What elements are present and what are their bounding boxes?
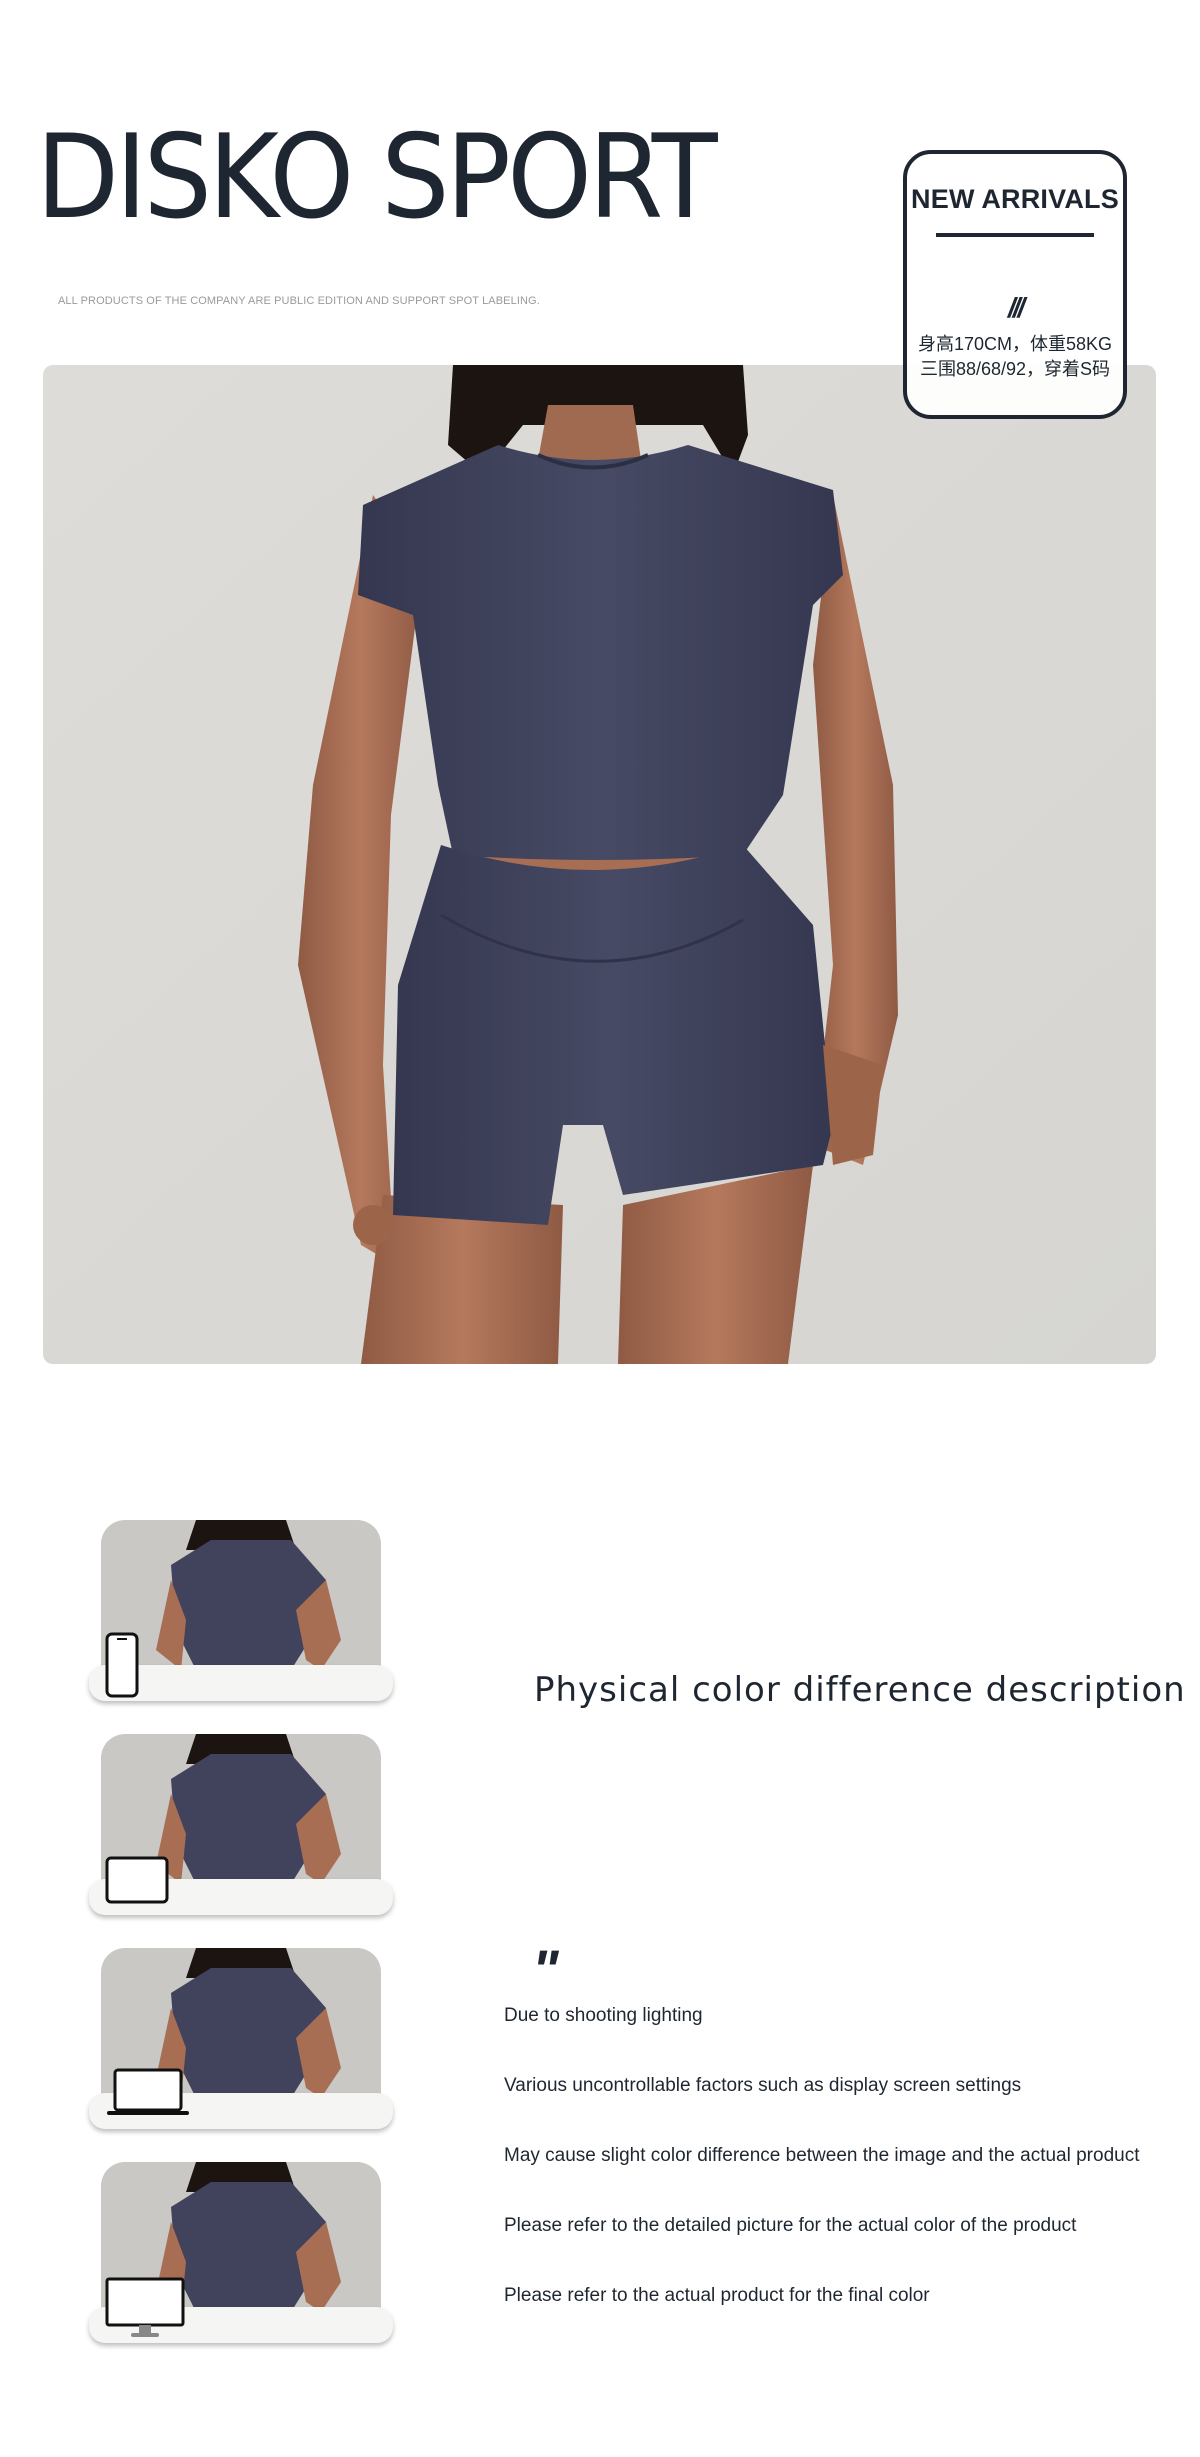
color-notice-line: Due to shooting lighting: [504, 2005, 703, 2026]
laptop-icon: [107, 2068, 189, 2115]
device-preview-monitor: [89, 2162, 393, 2344]
slash-mark-icon: ///: [1007, 292, 1025, 323]
hero-photo: [43, 365, 1156, 1364]
model-info-line: 三围88/68/92，穿着S码: [919, 359, 1111, 379]
device-preview-tablet: [89, 1734, 393, 1916]
color-notice-line: Various uncontrollable factors such as d…: [504, 2075, 1022, 2096]
brand-title: DISKO SPORT: [36, 110, 718, 245]
new-arrivals-title: NEW ARRIVALS: [911, 184, 1119, 214]
phone-icon: [105, 1632, 139, 1698]
model-info-line: 身高170CM，体重58KG: [917, 334, 1113, 354]
device-preview-laptop: [89, 1948, 393, 2130]
color-notice-line: Please refer to the detailed picture for…: [504, 2215, 1077, 2236]
new-arrivals-divider: [936, 233, 1094, 237]
color-notice-line: May cause slight color difference betwee…: [504, 2145, 1140, 2166]
thumbnail-photo: [101, 1520, 381, 1685]
model-info: 身高170CM，体重58KG 三围88/68/92，穿着S码: [907, 332, 1123, 382]
monitor-icon: [105, 2277, 185, 2337]
new-arrivals-card: NEW ARRIVALS /// 身高170CM，体重58KG 三围88/68/…: [903, 150, 1127, 419]
color-difference-heading: Physical color difference description: [534, 1670, 1186, 1710]
color-notice-line: Please refer to the actual product for t…: [504, 2285, 930, 2306]
brand-tagline: ALL PRODUCTS OF THE COMPANY ARE PUBLIC E…: [58, 295, 540, 307]
device-preview-phone: [89, 1520, 393, 1702]
quote-mark-icon: ": [532, 1938, 559, 2001]
tablet-icon: [105, 1856, 169, 1904]
